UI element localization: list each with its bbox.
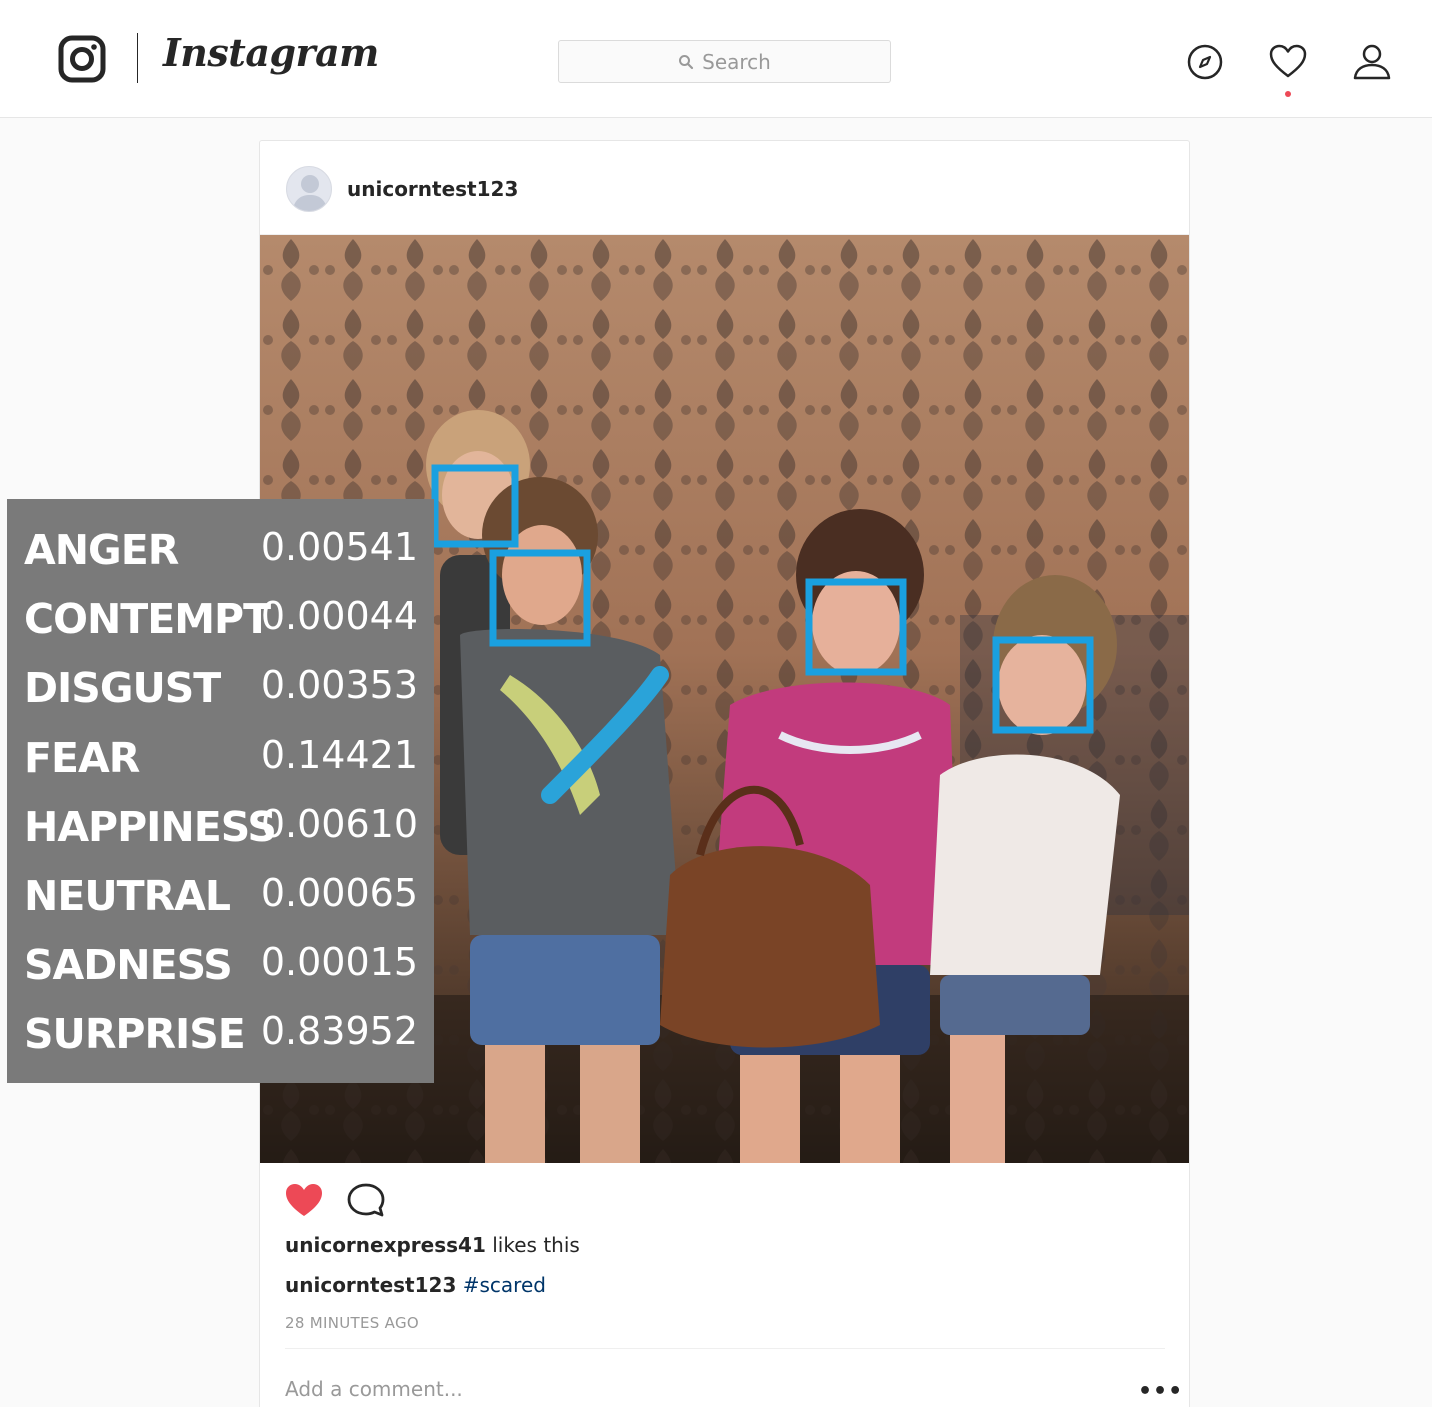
caption-username[interactable]: unicorntest123 [285,1273,456,1297]
post-caption: unicorntest123 #scared [285,1273,546,1297]
emotion-label: ANGER [24,526,179,574]
logo-divider [137,33,138,83]
emotion-row: FEAR 0.14421 [7,731,434,800]
emotion-score: 0.00044 [260,594,418,639]
caption-hashtag[interactable]: #scared [463,1273,546,1297]
post-timestamp: 28 MINUTES AGO [285,1314,419,1332]
heart-filled-icon[interactable] [284,1181,324,1219]
emotion-row: SURPRISE 0.83952 [7,1007,434,1076]
emotion-row: NEUTRAL 0.00065 [7,869,434,938]
emotion-score: 0.00610 [260,801,418,846]
likes-summary: unicornexpress41 likes this [285,1233,580,1257]
emotion-scores-panel: ANGER 0.00541 CONTEMPT 0.00044 DISGUST 0.0035… [7,499,434,1083]
post-author-username[interactable]: unicorntest123 [347,177,518,201]
search-placeholder: Search [702,49,771,74]
emotion-row: CONTEMPT 0.00044 [7,592,434,661]
top-nav-bar: Instagram Search [0,0,1432,118]
emotion-row: SADNESS 0.00015 [7,938,434,1007]
emotion-label: CONTEMPT [24,595,271,644]
emotion-label: NEUTRAL [24,871,231,920]
emotion-row: HAPPINESS 0.00610 [7,800,434,869]
avatar[interactable] [286,166,332,212]
notification-dot [1285,91,1291,97]
more-options-button[interactable]: ••• [1138,1379,1183,1404]
comment-divider [285,1348,1165,1349]
emotion-score: 0.00065 [260,870,418,915]
emotion-label: SADNESS [24,941,233,990]
comment-bubble-icon[interactable] [346,1181,386,1219]
emotion-label: FEAR [24,733,140,782]
instagram-wordmark[interactable]: Instagram [163,30,379,75]
emotion-score: 0.83952 [260,1009,418,1054]
emotion-score: 0.00015 [260,940,418,985]
search-input[interactable]: Search [558,40,891,83]
emotion-label: DISGUST [24,664,221,713]
heart-outline-icon[interactable] [1268,42,1308,82]
emotion-label: SURPRISE [24,1010,246,1059]
add-comment-input[interactable]: Add a comment... [285,1377,463,1401]
compass-icon[interactable] [1185,42,1225,82]
emotion-score: 0.00541 [260,525,418,569]
search-icon [679,54,694,69]
user-icon[interactable] [1352,42,1392,82]
emotion-score: 0.00353 [260,663,418,708]
emotion-label: HAPPINESS [24,802,277,851]
instagram-camera-icon[interactable] [58,35,106,83]
likes-suffix: likes this [485,1233,580,1257]
default-avatar-icon [292,175,328,211]
emotion-row: DISGUST 0.00353 [7,661,434,730]
liker-username[interactable]: unicornexpress41 [285,1233,486,1257]
emotion-row: ANGER 0.00541 [7,523,434,592]
emotion-score: 0.14421 [260,732,418,777]
post-header: unicorntest123 [260,141,1189,235]
